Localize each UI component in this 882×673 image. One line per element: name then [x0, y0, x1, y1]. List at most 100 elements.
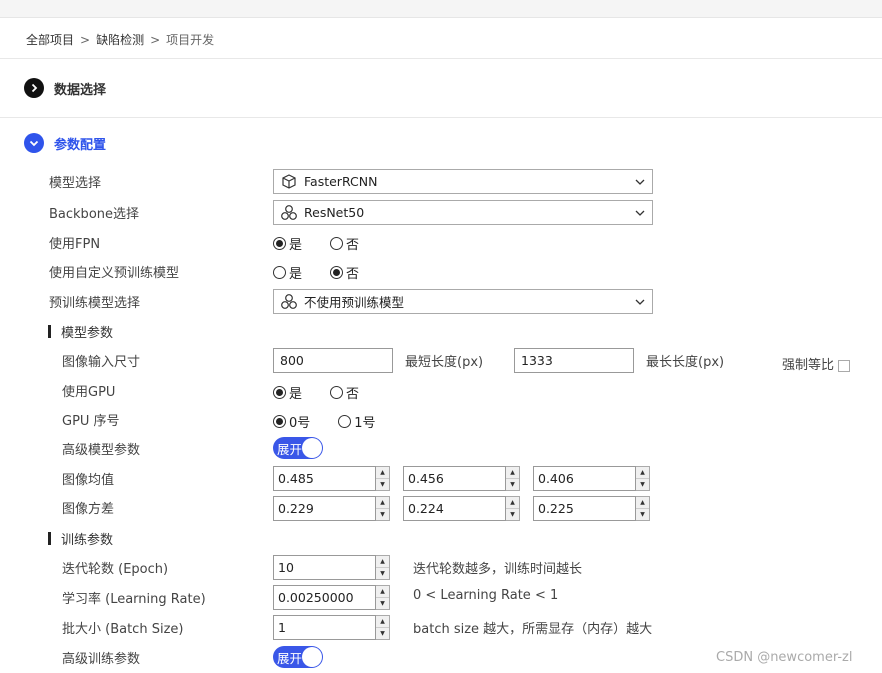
- spin-up-icon[interactable]: ▲: [376, 467, 389, 479]
- epoch-hint: 迭代轮数越多，训练时间越长: [413, 562, 583, 577]
- image-mean-g-input[interactable]: 0.456: [403, 466, 506, 491]
- learning-rate-hint: 0 < Learning Rate < 1: [413, 588, 559, 603]
- batch-size-hint: batch size 越大，所需显存（内存）越大: [413, 622, 653, 637]
- use-custom-pretrained-no-radio[interactable]: 否: [330, 263, 359, 282]
- model-params-subheading: 模型参数: [48, 322, 113, 341]
- pretrained-select-value: 不使用预训练模型: [304, 295, 405, 310]
- train-params-title: 训练参数: [61, 533, 114, 548]
- breadcrumb-item-defect-detection[interactable]: 缺陷检测: [96, 31, 144, 48]
- top-bar: [0, 0, 882, 18]
- backbone-select-label: Backbone选择: [49, 207, 140, 222]
- image-std-r-input[interactable]: 0.229: [273, 496, 376, 521]
- image-std-g-input[interactable]: 0.224: [403, 496, 506, 521]
- use-fpn-no-radio[interactable]: 否: [330, 234, 359, 253]
- breadcrumb-item-current: 项目开发: [166, 33, 215, 47]
- section-title: 数据选择: [54, 82, 107, 98]
- spin-down-icon[interactable]: ▼: [636, 509, 649, 520]
- watermark: CSDN @newcomer-zl: [716, 650, 853, 665]
- spin-down-icon[interactable]: ▼: [376, 479, 389, 490]
- use-gpu-radio-group: 是 否: [273, 383, 387, 402]
- image-std-b-input[interactable]: 0.225: [533, 496, 636, 521]
- gpu-index-0-radio[interactable]: 0号: [273, 412, 310, 431]
- spin-up-icon[interactable]: ▲: [376, 586, 389, 598]
- chevron-down-icon: [24, 133, 44, 153]
- spin-down-icon[interactable]: ▼: [636, 479, 649, 490]
- spin-up-icon[interactable]: ▲: [376, 556, 389, 568]
- use-custom-pretrained-radio-group: 是 否: [273, 263, 387, 282]
- pretrained-select[interactable]: 不使用预训练模型: [273, 289, 653, 314]
- batch-size-input[interactable]: 1: [273, 615, 376, 640]
- divider: [0, 58, 882, 59]
- gpu-index-1-radio[interactable]: 1号: [338, 412, 376, 431]
- toggle-label: 展开: [277, 441, 303, 457]
- toggle-knob: [302, 647, 322, 667]
- force-ratio-option: 强制等比: [782, 354, 851, 373]
- section-data-select-header[interactable]: 数据选择: [24, 78, 106, 98]
- image-mean-b-input[interactable]: 0.406: [533, 466, 636, 491]
- force-ratio-label: 强制等比: [782, 358, 835, 373]
- use-fpn-yes-radio[interactable]: 是: [273, 234, 302, 253]
- subheading-bar: [48, 325, 51, 338]
- image-mean-b-stepper[interactable]: 0.406 ▲ ▼: [533, 466, 650, 491]
- use-gpu-label: 使用GPU: [62, 385, 116, 400]
- max-length-unit-label: 最长长度(px): [646, 355, 725, 370]
- use-custom-pretrained-yes-radio[interactable]: 是: [273, 263, 302, 282]
- model-select[interactable]: FasterRCNN: [273, 169, 653, 194]
- circles-icon: [281, 204, 297, 220]
- batch-size-stepper[interactable]: 1 ▲ ▼: [273, 615, 390, 640]
- advanced-model-params-toggle[interactable]: 展开: [273, 437, 323, 459]
- image-min-length-input[interactable]: 800: [273, 348, 393, 373]
- image-max-length-input[interactable]: 1333: [514, 348, 634, 373]
- spin-up-icon[interactable]: ▲: [376, 616, 389, 628]
- spin-up-icon[interactable]: ▲: [376, 497, 389, 509]
- image-std-g-stepper[interactable]: 0.224 ▲ ▼: [403, 496, 520, 521]
- image-std-b-stepper[interactable]: 0.225 ▲ ▼: [533, 496, 650, 521]
- use-custom-pretrained-label: 使用自定义预训练模型: [49, 266, 180, 281]
- circles-icon: [281, 293, 297, 309]
- spin-down-icon[interactable]: ▼: [506, 479, 519, 490]
- spin-up-icon[interactable]: ▲: [506, 467, 519, 479]
- learning-rate-label: 学习率 (Learning Rate): [62, 592, 206, 607]
- learning-rate-input[interactable]: 0.00250000: [273, 585, 376, 610]
- cube-icon: [282, 173, 296, 189]
- breadcrumb-item-all-projects[interactable]: 全部项目: [26, 31, 74, 48]
- section-param-config-header[interactable]: 参数配置: [24, 133, 106, 153]
- image-mean-r-input[interactable]: 0.485: [273, 466, 376, 491]
- use-gpu-no-radio[interactable]: 否: [330, 383, 359, 402]
- advanced-train-params-label: 高级训练参数: [62, 652, 141, 667]
- advanced-train-params-toggle[interactable]: 展开: [273, 646, 323, 668]
- use-gpu-yes-radio[interactable]: 是: [273, 383, 302, 402]
- chevron-down-icon: [635, 210, 645, 216]
- image-mean-r-stepper[interactable]: 0.485 ▲ ▼: [273, 466, 390, 491]
- model-select-value: FasterRCNN: [304, 174, 378, 189]
- chevron-right-icon: [24, 78, 44, 98]
- image-mean-g-stepper[interactable]: 0.456 ▲ ▼: [403, 466, 520, 491]
- use-fpn-radio-group: 是 否: [273, 234, 387, 253]
- advanced-model-params-label: 高级模型参数: [62, 443, 141, 458]
- train-params-subheading: 训练参数: [48, 529, 113, 548]
- image-size-label: 图像输入尺寸: [62, 355, 141, 370]
- image-std-r-stepper[interactable]: 0.229 ▲ ▼: [273, 496, 390, 521]
- force-ratio-checkbox[interactable]: [838, 359, 851, 372]
- spin-down-icon[interactable]: ▼: [506, 509, 519, 520]
- chevron-down-icon: [635, 179, 645, 185]
- spin-down-icon[interactable]: ▼: [376, 598, 389, 609]
- spin-up-icon[interactable]: ▲: [636, 467, 649, 479]
- epoch-stepper[interactable]: 10 ▲ ▼: [273, 555, 390, 580]
- pretrained-select-label: 预训练模型选择: [49, 296, 141, 311]
- spin-down-icon[interactable]: ▼: [376, 568, 389, 579]
- model-params-title: 模型参数: [61, 326, 114, 341]
- batch-size-label: 批大小 (Batch Size): [62, 622, 184, 637]
- breadcrumb-separator: >: [80, 32, 91, 47]
- learning-rate-stepper[interactable]: 0.00250000 ▲ ▼: [273, 585, 390, 610]
- spin-down-icon[interactable]: ▼: [376, 509, 389, 520]
- gpu-index-radio-group: 0号 1号: [273, 412, 404, 431]
- spin-up-icon[interactable]: ▲: [636, 497, 649, 509]
- spin-down-icon[interactable]: ▼: [376, 628, 389, 639]
- spin-up-icon[interactable]: ▲: [506, 497, 519, 509]
- backbone-select[interactable]: ResNet50: [273, 200, 653, 225]
- image-mean-label: 图像均值: [62, 473, 115, 488]
- chevron-down-icon: [635, 299, 645, 305]
- epoch-input[interactable]: 10: [273, 555, 376, 580]
- image-std-label: 图像方差: [62, 502, 115, 517]
